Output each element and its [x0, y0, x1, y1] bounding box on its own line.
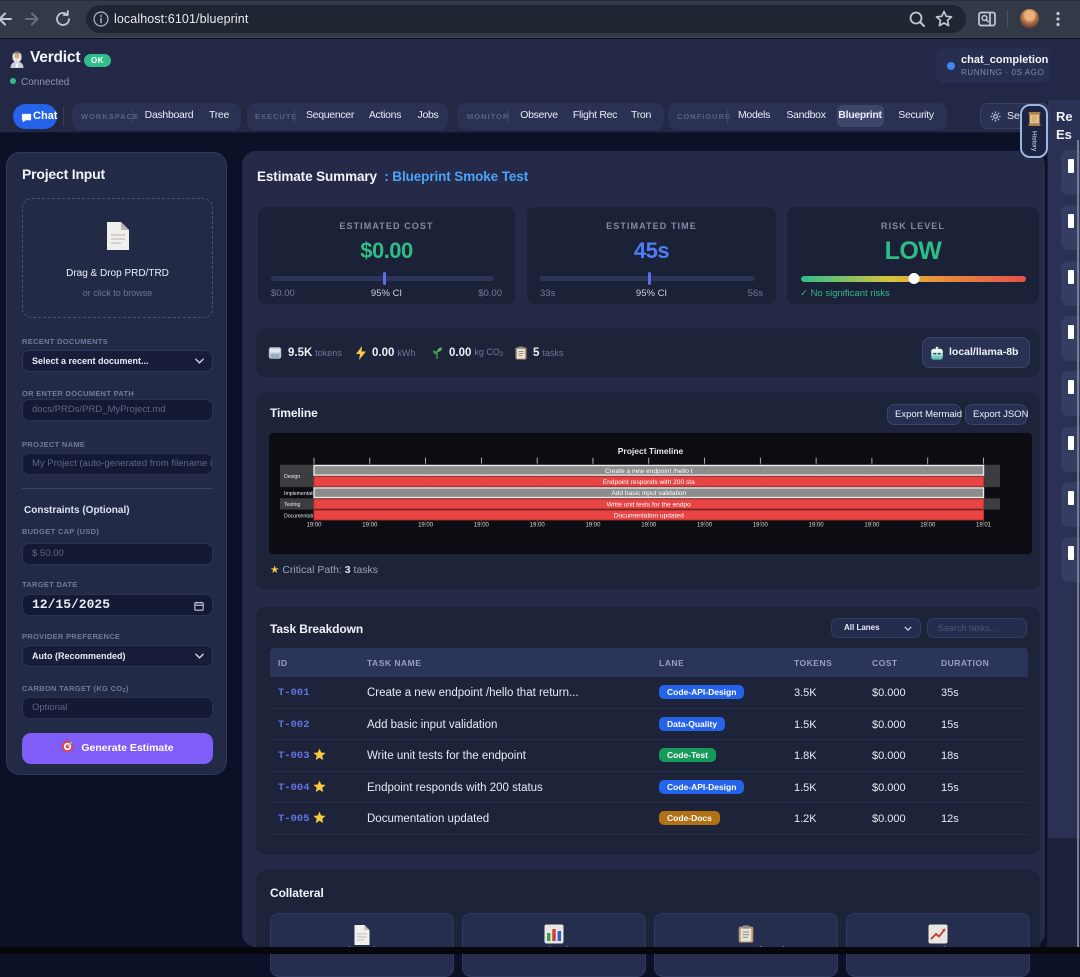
svg-text:19:01: 19:01	[976, 523, 992, 529]
svg-text:19:00: 19:00	[585, 523, 601, 529]
svg-text:19:00: 19:00	[474, 523, 490, 529]
svg-text:19:00: 19:00	[697, 523, 713, 529]
svg-text:19:00: 19:00	[809, 523, 825, 529]
svg-text:Create a new endpoint /hello t: Create a new endpoint /hello t	[605, 468, 693, 475]
svg-text:19:00: 19:00	[530, 523, 546, 529]
svg-text:19:00: 19:00	[641, 523, 657, 529]
svg-text:Write unit tests for the endpo: Write unit tests for the endpo	[607, 501, 692, 508]
svg-text:19:00: 19:00	[418, 523, 434, 529]
svg-text:Project Timeline: Project Timeline	[618, 446, 684, 456]
svg-text:19:00: 19:00	[306, 523, 322, 529]
svg-text:19:00: 19:00	[753, 523, 769, 529]
svg-text:Design: Design	[284, 474, 300, 480]
svg-text:19:00: 19:00	[362, 523, 378, 529]
svg-text:19:00: 19:00	[864, 523, 880, 529]
svg-text:Endpoint responds with 200 sta: Endpoint responds with 200 sta	[603, 479, 695, 486]
svg-text:Add basic input validation: Add basic input validation	[611, 490, 686, 497]
svg-text:Testing: Testing	[284, 502, 301, 508]
svg-text:19:00: 19:00	[920, 523, 936, 529]
svg-text:Documentation updated: Documentation updated	[614, 513, 684, 520]
